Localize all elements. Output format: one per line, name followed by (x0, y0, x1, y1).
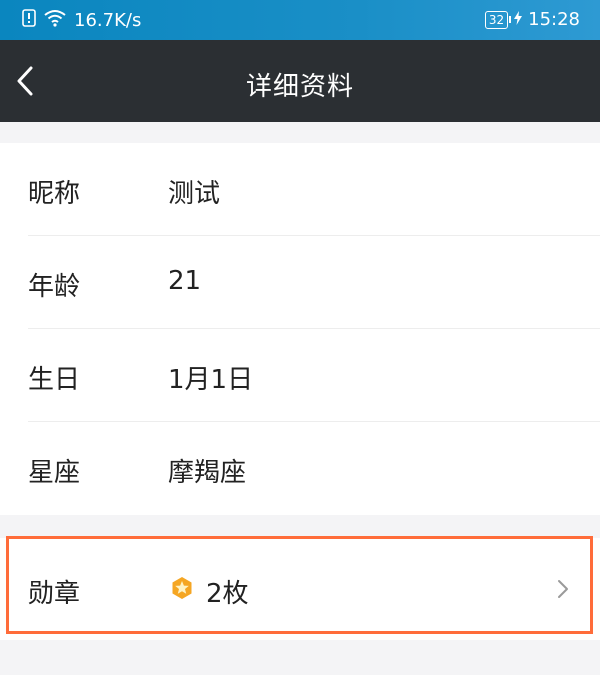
battery-icon: 32 (484, 10, 512, 29)
wifi-icon (44, 9, 66, 32)
row-nickname: 昵称 测试 (0, 143, 600, 236)
page-title: 详细资料 (245, 72, 354, 102)
status-bar: 16.7K/s 32 15:28 (0, 0, 600, 40)
zodiac-label: 星座 (28, 458, 81, 488)
badges-row[interactable]: 勋章 2枚 (0, 538, 600, 640)
profile-card: 昵称 测试 年龄 21 生日 1月1日 星座 摩羯座 (0, 143, 600, 515)
age-value: 21 (168, 266, 202, 296)
charging-icon (514, 9, 523, 30)
birthday-value: 1月1日 (168, 365, 254, 395)
row-birthday: 生日 1月1日 (0, 329, 600, 422)
badges-count: 2枚 (206, 579, 249, 609)
row-zodiac: 星座 摩羯座 (0, 422, 600, 515)
age-label: 年龄 (28, 272, 81, 302)
nickname-label: 昵称 (28, 179, 81, 209)
network-speed: 16.7K/s (74, 10, 142, 31)
badges-label: 勋章 (28, 579, 81, 609)
sim-alert-icon (22, 9, 36, 32)
nickname-value: 测试 (168, 179, 221, 209)
clock: 15:28 (528, 9, 580, 30)
nav-bar: 详细资料 (0, 40, 600, 122)
status-left: 16.7K/s (22, 9, 141, 32)
row-age: 年龄 21 (0, 236, 600, 329)
badge-card: 勋章 2枚 (0, 538, 600, 640)
zodiac-value: 摩羯座 (168, 458, 247, 488)
birthday-label: 生日 (28, 365, 81, 395)
status-right: 32 15:28 (484, 9, 580, 30)
chevron-right-icon (556, 578, 570, 600)
medal-icon (170, 576, 194, 600)
